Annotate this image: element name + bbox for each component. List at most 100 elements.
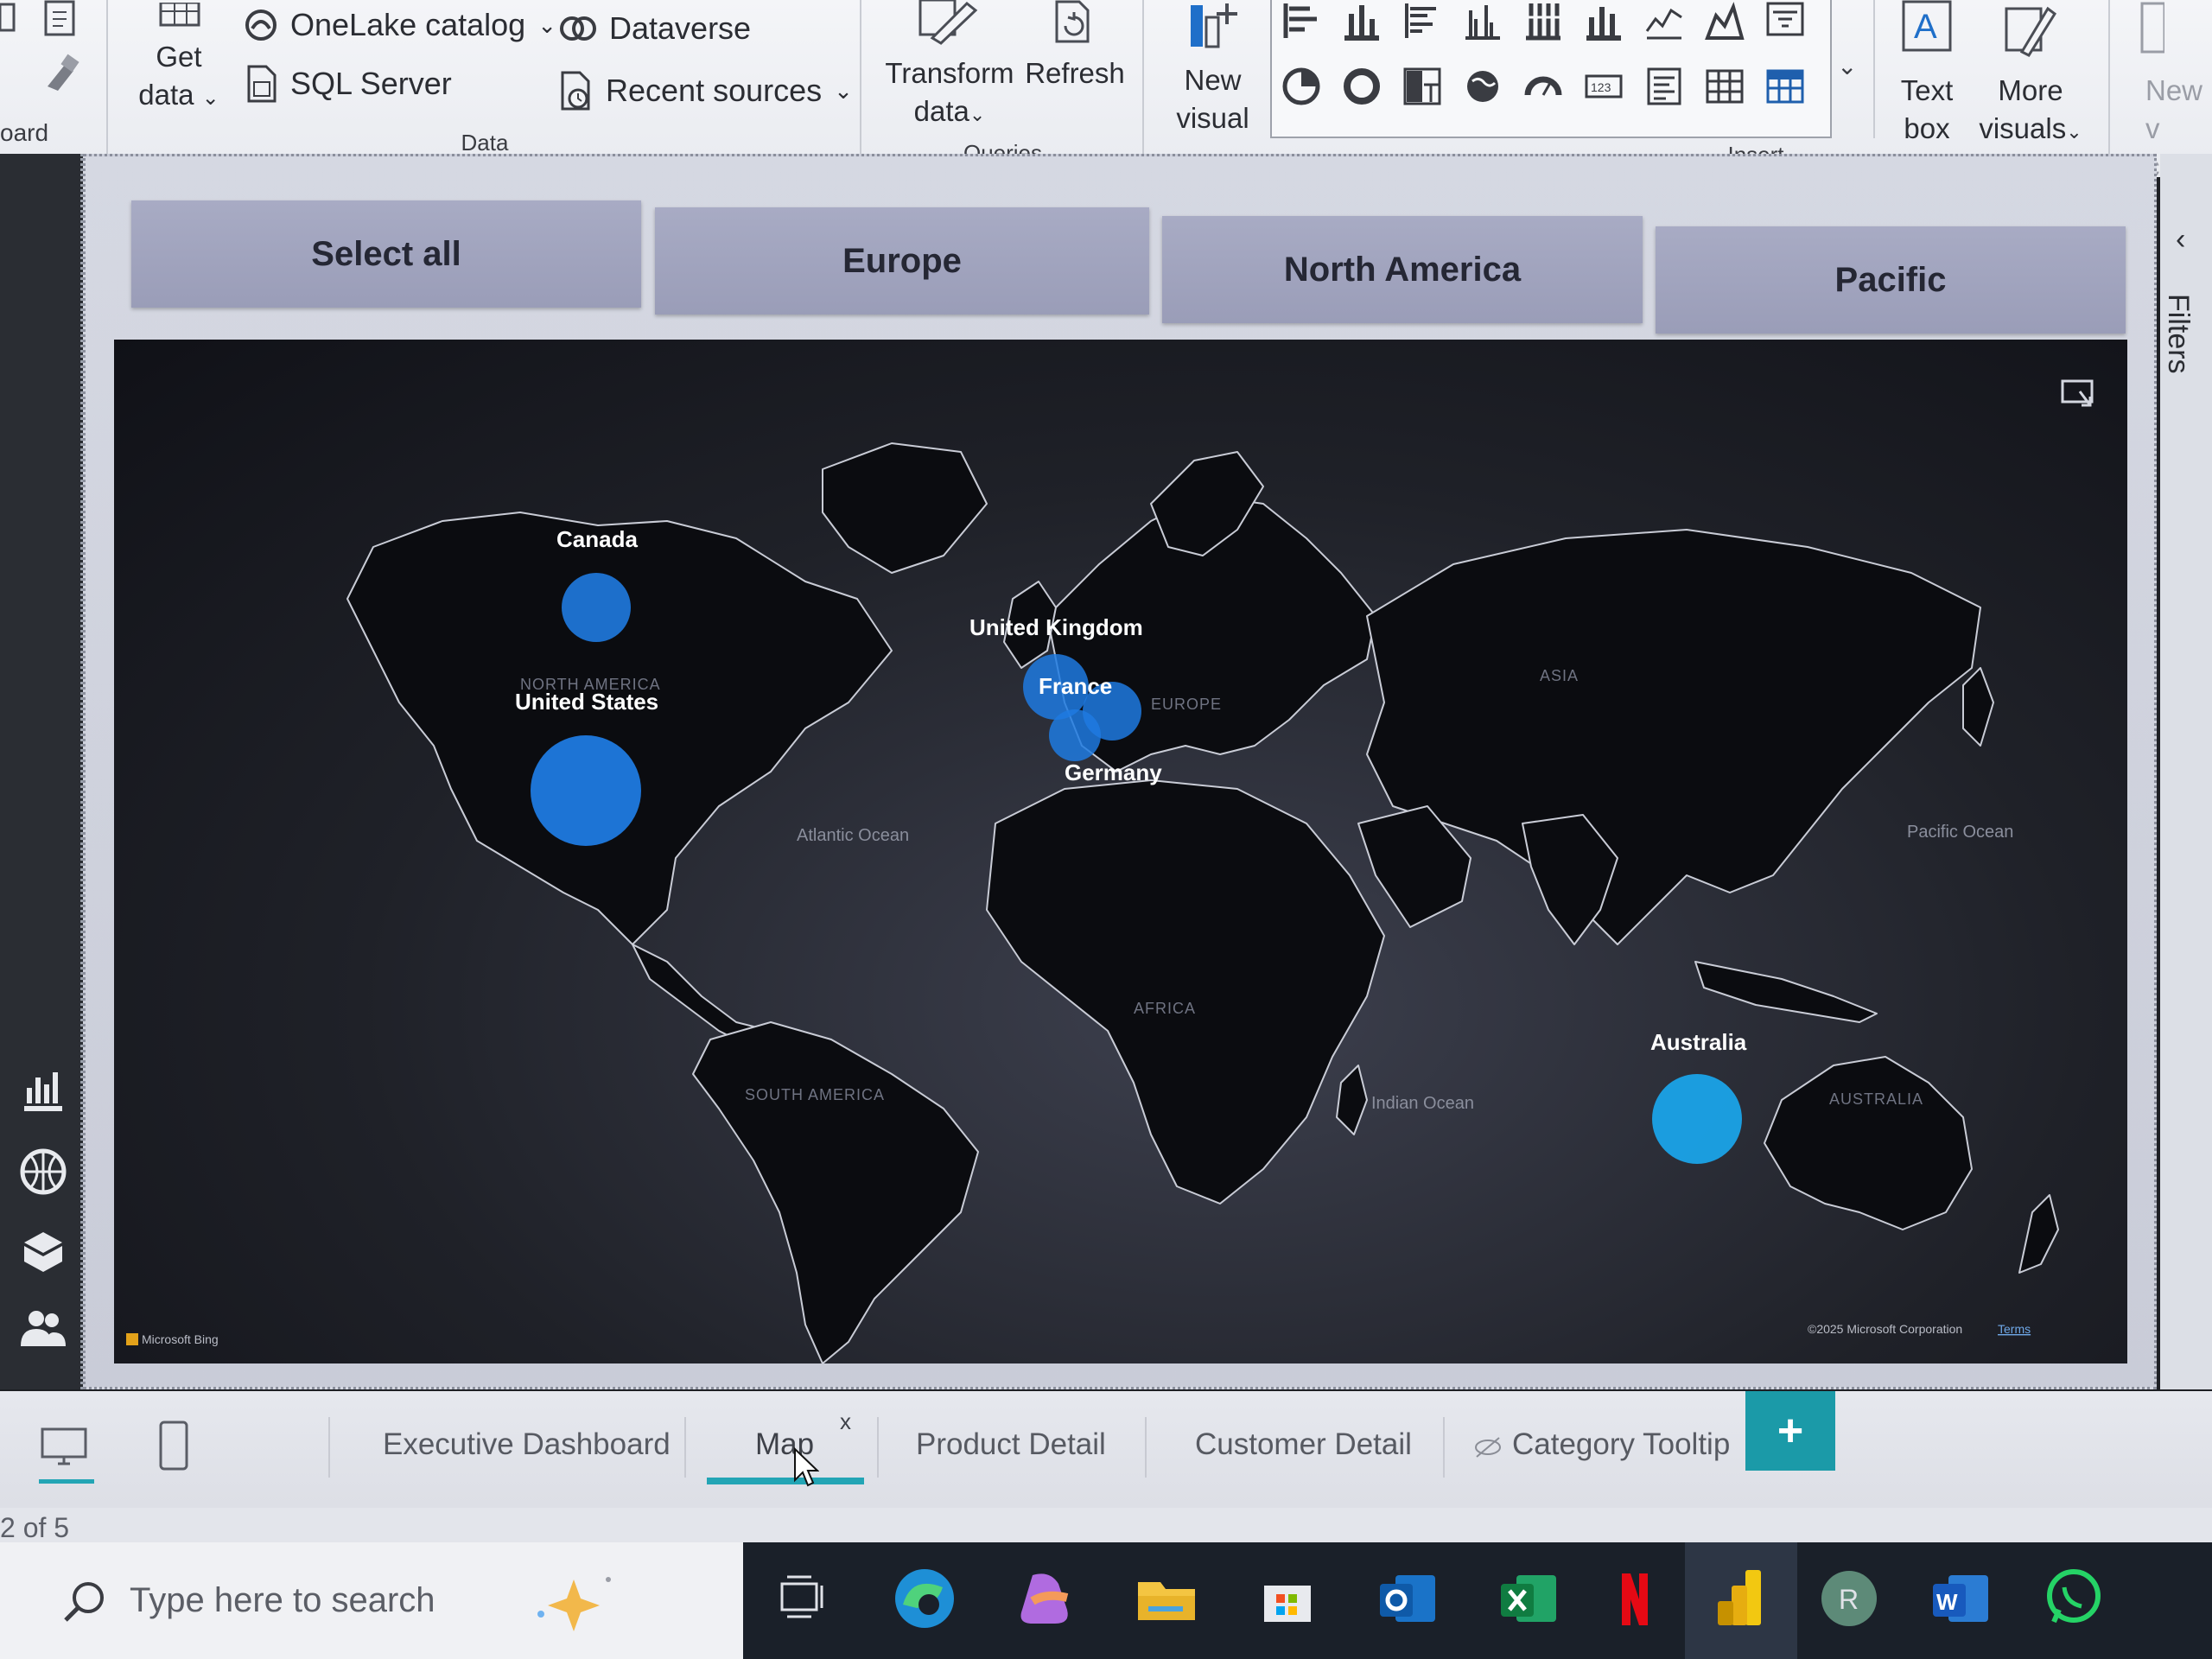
copilot-sparkle-icon xyxy=(537,1576,611,1631)
ribbon-chart-icon[interactable] xyxy=(1583,0,1624,41)
transform-data-button[interactable]: Transform data⌄ xyxy=(880,0,1019,134)
edge-browser-icon[interactable] xyxy=(886,1560,963,1637)
slicer-pacific-button[interactable]: Pacific xyxy=(1656,226,2126,334)
tab-separator xyxy=(684,1417,686,1478)
copilot-app-icon[interactable] xyxy=(1007,1560,1084,1637)
recent-sources-button[interactable]: Recent sources ⌄ xyxy=(559,71,853,111)
map-attribution-copyright: ©2025 Microsoft Corporation xyxy=(1808,1322,1962,1336)
recent-sources-icon xyxy=(561,71,590,111)
new-visual-icon xyxy=(1190,3,1237,48)
collapse-chevron-icon[interactable]: ‹ xyxy=(2176,223,2185,257)
onelake-catalog-button[interactable]: OneLake catalog ⌄ xyxy=(244,7,556,43)
users-icon[interactable] xyxy=(19,1303,67,1351)
gauge-icon[interactable] xyxy=(1522,66,1564,107)
more-visuals-button[interactable]: More visuals⌄ xyxy=(1970,0,2091,151)
treemap-icon[interactable] xyxy=(1402,66,1443,107)
ribbon: oard Get data ⌄ OneLake catalog ⌄ SQL Se… xyxy=(0,0,2212,182)
report-view-icon[interactable] xyxy=(19,1065,67,1114)
bubble-canada[interactable] xyxy=(562,573,631,642)
tab-customer-detail[interactable]: Customer Detail xyxy=(1195,1427,1412,1462)
matrix-icon[interactable] xyxy=(1764,66,1806,107)
stacked-column-chart-icon[interactable] xyxy=(1341,0,1382,41)
netflix-icon[interactable] xyxy=(1594,1560,1672,1637)
bubble-australia[interactable] xyxy=(1652,1074,1742,1164)
tab-product-detail[interactable]: Product Detail xyxy=(916,1427,1106,1462)
refresh-button[interactable]: Refresh xyxy=(1019,0,1131,92)
greenland-landmass xyxy=(822,442,988,574)
japan-landmass xyxy=(1962,667,1994,747)
file-explorer-icon[interactable] xyxy=(1128,1560,1205,1637)
add-page-button[interactable]: + xyxy=(1745,1391,1835,1471)
tab-map-close-icon[interactable]: x xyxy=(840,1408,851,1435)
focus-mode-icon[interactable] xyxy=(2061,379,2094,407)
get-data-button[interactable]: Get data ⌄ xyxy=(127,0,231,118)
sql-server-button[interactable]: SQL Server xyxy=(244,65,452,103)
data-view-package-icon[interactable] xyxy=(19,1225,67,1274)
user-avatar-icon[interactable]: R xyxy=(1810,1560,1888,1637)
desktop-layout-icon[interactable] xyxy=(39,1426,91,1473)
clustered-column-chart-icon[interactable] xyxy=(1462,0,1503,41)
table-icon[interactable] xyxy=(1704,66,1745,107)
text-box-button[interactable]: A Text box xyxy=(1888,0,1966,148)
view-switcher-rail xyxy=(0,154,83,1389)
bubble-label-france: France xyxy=(1039,673,1112,699)
map-attribution-bing: Microsoft Bing xyxy=(142,1332,219,1346)
bubble-germany[interactable] xyxy=(1049,709,1101,761)
map-visual-icon[interactable] xyxy=(1462,66,1503,107)
funnel-chart-icon[interactable] xyxy=(1764,0,1806,41)
new-visual-button[interactable]: New visual xyxy=(1167,0,1258,137)
excel-icon[interactable] xyxy=(1491,1560,1568,1637)
word-icon[interactable]: W xyxy=(1923,1560,2000,1637)
filters-pane-label[interactable]: Filters xyxy=(2161,294,2195,374)
slicer-select-all-button[interactable]: Select all xyxy=(131,200,641,308)
slicer-europe-button[interactable]: Europe xyxy=(655,207,1149,315)
donut-chart-icon[interactable] xyxy=(1341,66,1382,107)
whatsapp-icon[interactable] xyxy=(2035,1560,2113,1637)
text-box-label-1: Text xyxy=(1900,74,1954,106)
format-painter-icon[interactable] xyxy=(39,52,82,99)
more-visuals-icon xyxy=(2005,6,2057,57)
dataverse-icon xyxy=(560,16,596,41)
area-chart-icon[interactable] xyxy=(1704,0,1745,41)
chevron-down-icon: ⌄ xyxy=(969,104,986,125)
100-percent-column-chart-icon[interactable] xyxy=(1522,0,1564,41)
new-visual-label-1: New xyxy=(1184,64,1242,96)
card-icon[interactable]: 123 xyxy=(1583,66,1624,107)
pie-chart-icon[interactable] xyxy=(1281,66,1322,107)
calculations-separator xyxy=(2108,0,2110,177)
slicer-north-america-button[interactable]: North America xyxy=(1162,216,1643,323)
taskbar-search-box[interactable]: Type here to search xyxy=(0,1542,743,1659)
line-chart-icon[interactable] xyxy=(1643,0,1685,41)
bubble-united-states[interactable] xyxy=(531,735,641,846)
more-visuals-label-2: visuals xyxy=(1979,112,2067,144)
stacked-bar-chart-icon[interactable] xyxy=(1281,0,1322,41)
tab-category-tooltip[interactable]: Category Tooltip xyxy=(1512,1427,1730,1462)
tab-executive-dashboard[interactable]: Executive Dashboard xyxy=(383,1427,671,1462)
mobile-layout-icon[interactable] xyxy=(157,1421,192,1477)
gallery-expand-icon[interactable]: ⌄ xyxy=(1837,52,1857,80)
clustered-bar-chart-icon[interactable] xyxy=(1402,0,1443,41)
recent-sources-label: Recent sources xyxy=(606,73,823,108)
map-attribution-terms-link[interactable]: Terms xyxy=(1998,1322,2031,1336)
gallery-separator xyxy=(1873,0,1875,138)
map-visual[interactable]: NORTH AMERICA SOUTH AMERICA EUROPE AFRIC… xyxy=(114,340,2127,1363)
text-box-label-2: box xyxy=(1904,112,1950,144)
transform-label-2: data xyxy=(913,95,969,127)
power-bi-icon[interactable] xyxy=(1702,1560,1780,1637)
dataverse-button[interactable]: Dataverse xyxy=(559,10,751,47)
microsoft-store-icon[interactable] xyxy=(1249,1560,1326,1637)
chevron-down-icon: ⌄ xyxy=(201,86,219,110)
model-view-globe-icon[interactable] xyxy=(19,1147,67,1196)
task-view-icon[interactable] xyxy=(765,1560,842,1637)
copy-icon[interactable] xyxy=(39,0,82,43)
outlook-icon[interactable] xyxy=(1370,1560,1447,1637)
search-icon xyxy=(64,1581,104,1622)
bing-logo-icon xyxy=(126,1333,138,1345)
refresh-label: Refresh xyxy=(1025,57,1125,89)
paste-icon[interactable] xyxy=(0,0,17,39)
multi-row-card-icon[interactable] xyxy=(1643,66,1685,107)
calculator-icon xyxy=(2140,2,2166,54)
transform-label-1: Transform xyxy=(885,57,1014,89)
more-visuals-label-1: More xyxy=(1998,74,2063,106)
mouse-cursor-icon xyxy=(793,1446,820,1491)
